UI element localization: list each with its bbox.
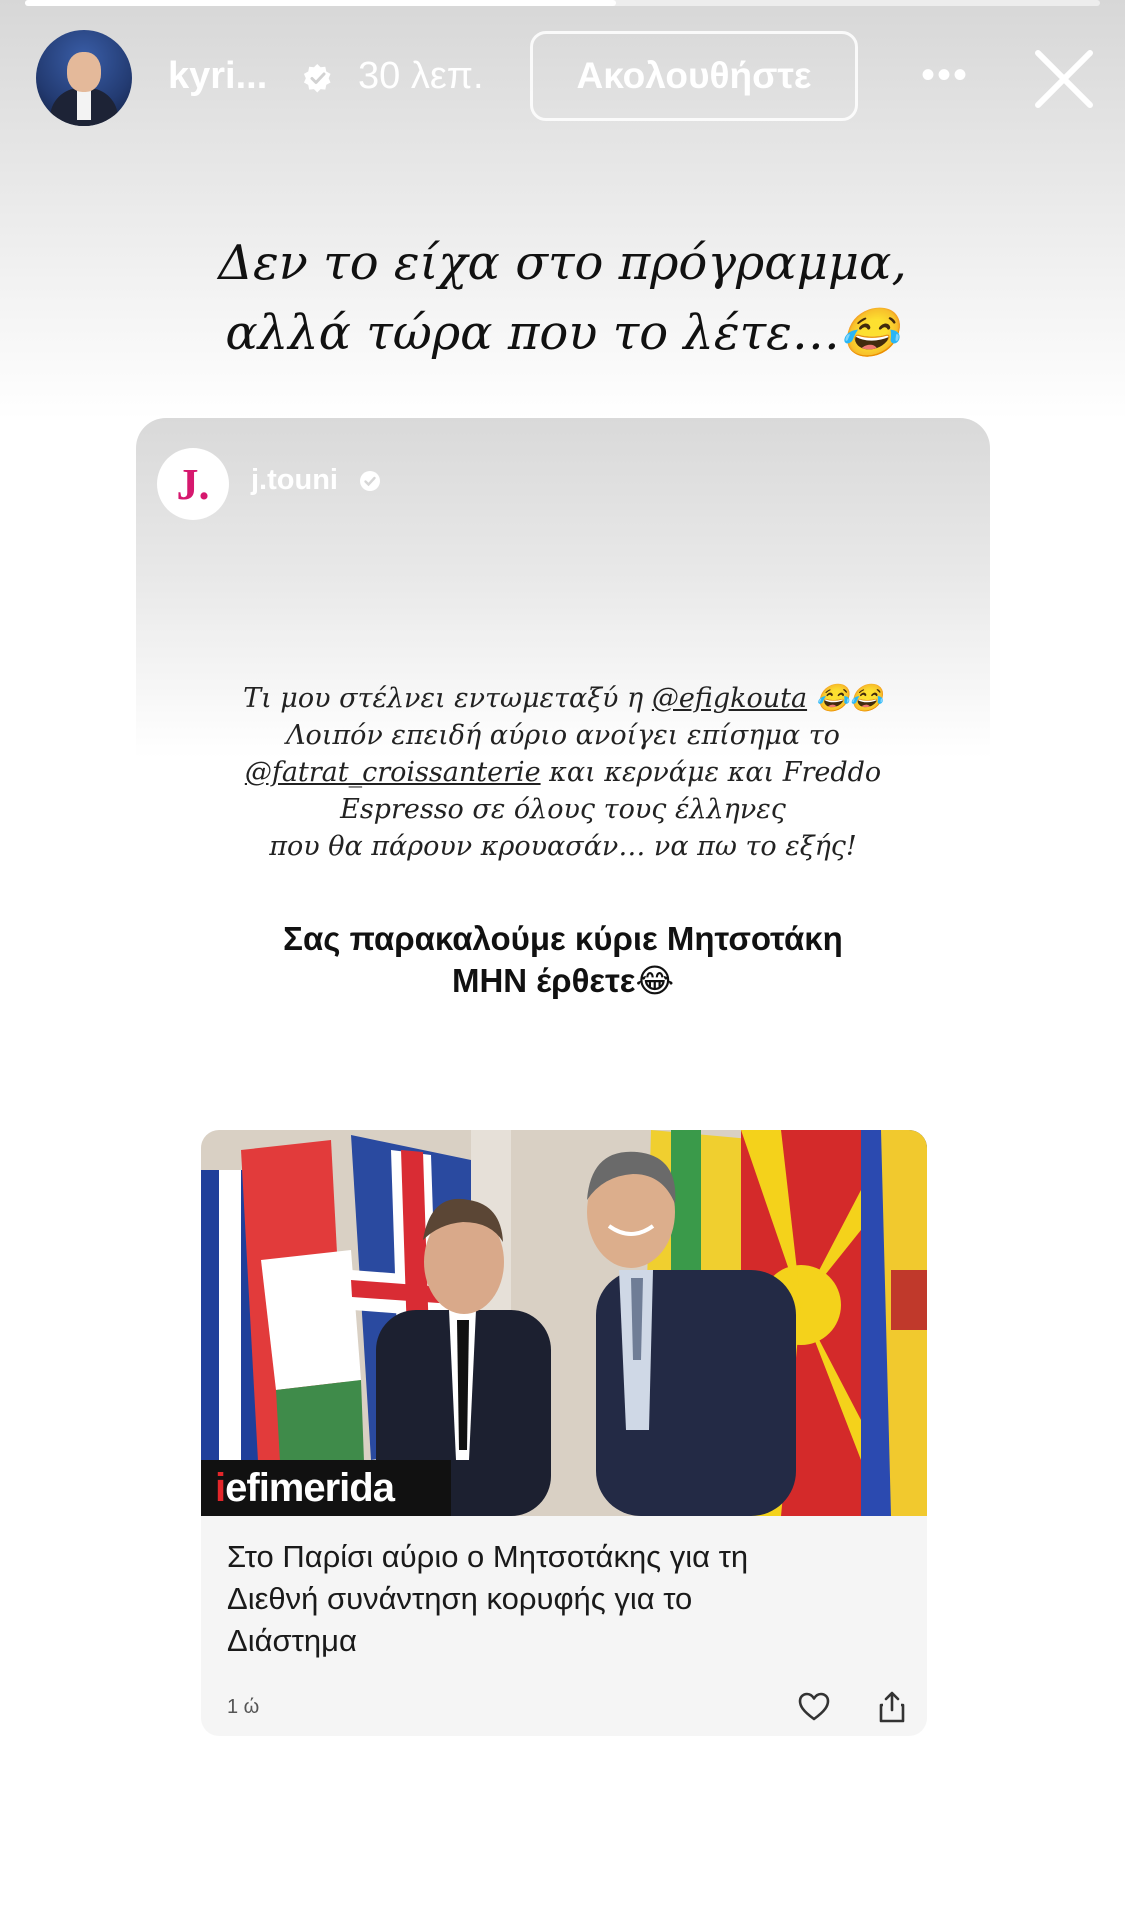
story-caption: Δεν το είχα στο πρόγραμμα, αλλά τώρα που… — [0, 228, 1125, 368]
post-text-segment: που θα πάρουν κρουασάν… να πω το εξής! — [269, 831, 857, 862]
article-photo-graphic — [201, 1130, 927, 1516]
caption-line: Δεν το είχα στο πρόγραμμα, — [218, 235, 907, 291]
shared-post-username[interactable]: j.touni — [251, 464, 338, 497]
story-header: kyri... 30 λεπ. Ακολουθήστε ••• — [0, 25, 1125, 135]
verified-icon — [303, 63, 331, 93]
more-options-icon[interactable]: ••• — [915, 55, 975, 95]
article-age: 1 ώ — [227, 1696, 260, 1718]
shared-post-avatar[interactable]: J. — [157, 448, 229, 520]
brand-prefix: i — [215, 1465, 226, 1510]
plea-text: Σας παρακαλούμε κύριε Μητσοτάκη ΜΗΝ έρθε… — [136, 918, 990, 1002]
article-title: Στο Παρίσι αύριο ο Μητσοτάκης για τη Διε… — [227, 1536, 907, 1662]
post-text-segment: Τι μου στέλνει εντωμεταξύ η — [243, 683, 652, 714]
avatar-shirt — [77, 90, 91, 120]
heart-icon[interactable] — [797, 1690, 831, 1724]
story-username[interactable]: kyri... — [168, 55, 267, 98]
post-text-segment: Λοιπόν επειδή αύριο ανοίγει επίσημα το — [286, 720, 840, 751]
article-title-line: Στο Παρίσι αύριο ο Μητσοτάκης για τη — [227, 1539, 749, 1574]
article-photo[interactable]: i efimerida — [201, 1130, 927, 1516]
post-text-line: Τι μου στέλνει εντωμεταξύ η @efigkouta 😂… — [136, 680, 990, 717]
caption-line: αλλά τώρα που το λέτε…😂 — [225, 305, 900, 361]
story-progress-bar — [25, 0, 1100, 6]
article-brand-logo: i efimerida — [201, 1460, 451, 1516]
follow-button[interactable]: Ακολουθήστε — [530, 31, 858, 121]
brand-name: efimerida — [225, 1465, 395, 1510]
post-text-line: Espresso σε όλους τους έλληνες — [136, 791, 990, 828]
mention-link[interactable]: @fatrat_croissanterie — [245, 757, 541, 788]
post-text-line: που θα πάρουν κρουασάν… να πω το εξής! — [136, 828, 990, 865]
mention-link[interactable]: @efigkouta — [652, 683, 807, 714]
avatar-face — [67, 52, 101, 92]
post-text-segment: Espresso σε όλους τους έλληνες — [340, 794, 786, 825]
plea-line: ΜΗΝ έρθετε😂 — [451, 962, 675, 999]
article-title-line: Διεθνή συνάντηση κορυφής για το — [227, 1581, 693, 1616]
close-icon[interactable] — [1030, 45, 1098, 113]
article-body[interactable]: Στο Παρίσι αύριο ο Μητσοτάκης για τη Διε… — [201, 1516, 927, 1736]
verified-icon — [360, 471, 380, 491]
post-text-segment: και κερνάμε και Freddo — [540, 757, 882, 788]
shared-post-text: Τι μου στέλνει εντωμεταξύ η @efigkouta 😂… — [136, 680, 990, 865]
post-text-line: @fatrat_croissanterie και κερνάμε και Fr… — [136, 754, 990, 791]
avatar[interactable] — [36, 30, 132, 126]
story-progress-fill — [25, 0, 617, 6]
article-title-line: Διάστημα — [227, 1623, 357, 1658]
plea-line: Σας παρακαλούμε κύριε Μητσοτάκη — [283, 920, 843, 957]
share-icon[interactable] — [877, 1690, 907, 1724]
story-time: 30 λεπ. — [358, 55, 484, 97]
post-text-line: Λοιπόν επειδή αύριο ανοίγει επίσημα το — [136, 717, 990, 754]
post-text-segment: 😂😂 — [807, 683, 883, 714]
